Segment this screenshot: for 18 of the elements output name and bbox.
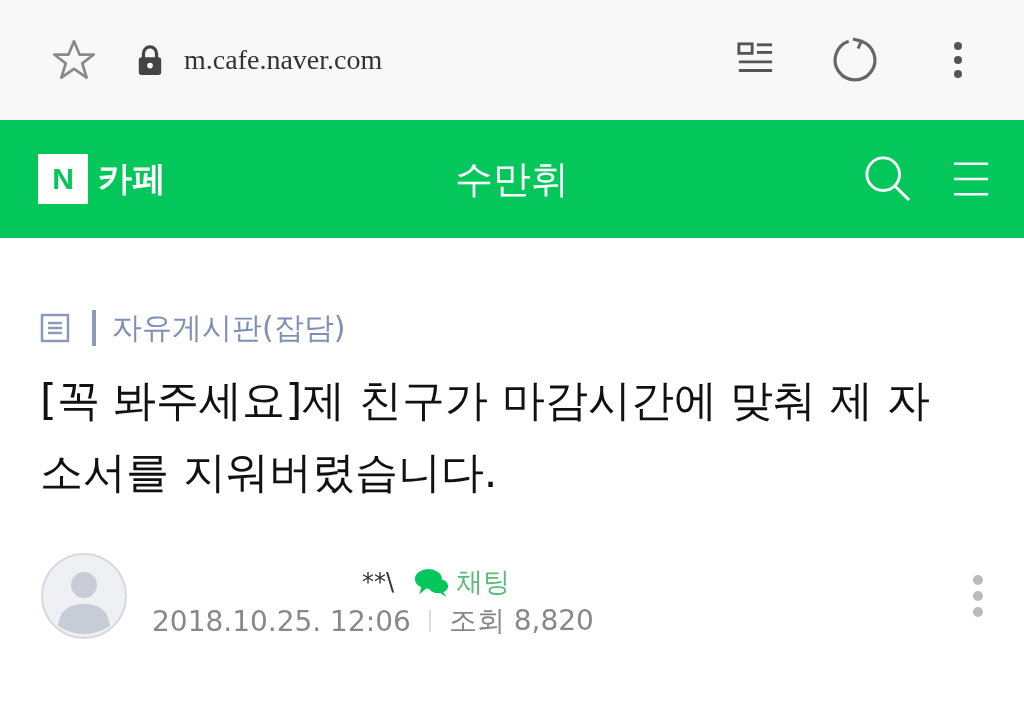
star-icon[interactable] (52, 38, 96, 82)
lock-icon (136, 44, 164, 76)
cafe-name[interactable]: 수만휘 (455, 153, 569, 205)
board-link[interactable]: 자유게시판(잡담) (112, 307, 346, 349)
url-text[interactable]: m.cafe.naver.com (184, 44, 383, 76)
chat-link[interactable]: 채팅 (456, 564, 511, 600)
more-icon[interactable] (952, 40, 964, 80)
service-name[interactable]: 카페 (98, 156, 166, 202)
post-title: [꼭 봐주세요]제 친구가 마감시간에 맞춰 제 자소서를 지워버렸습니다. (40, 374, 931, 499)
logo[interactable]: N (38, 154, 88, 204)
avatar-icon[interactable] (40, 552, 128, 640)
view-count: 조회 8,820 (448, 603, 594, 639)
search-icon[interactable] (864, 155, 912, 203)
chat-icon[interactable] (414, 566, 451, 598)
board-icon (40, 313, 70, 343)
post-date: 2018.10.25. 12:06 (152, 604, 411, 638)
author-name[interactable]: **\ (362, 568, 395, 596)
refresh-icon[interactable] (832, 37, 878, 83)
